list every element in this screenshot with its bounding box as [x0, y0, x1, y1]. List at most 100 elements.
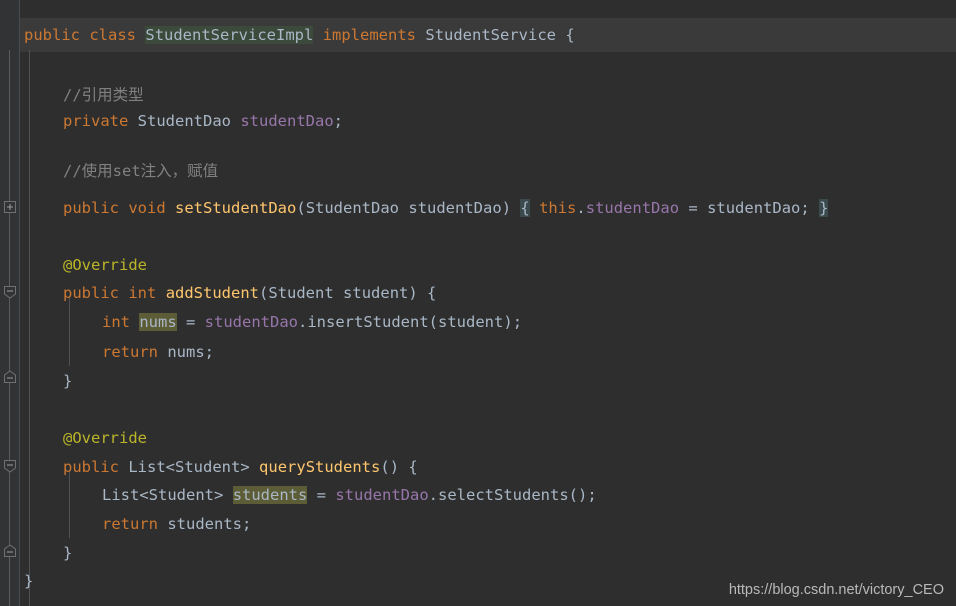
code-token: class	[89, 26, 137, 44]
code-token: StudentService	[425, 26, 557, 44]
line-method-setstudentdao[interactable]: public void setStudentDao(StudentDao stu…	[0, 193, 829, 223]
line-method-querystudents[interactable]: public List<Student> queryStudents() {	[0, 452, 418, 482]
code-token: nums	[139, 313, 177, 331]
code-token: return	[102, 343, 158, 361]
code-token: public	[63, 458, 119, 476]
code-token: Student	[268, 284, 334, 302]
code-token: studentDao	[707, 199, 801, 217]
code-token: {	[427, 284, 437, 302]
line-close-addstudent[interactable]: }	[0, 366, 72, 396]
line-comment-setter-injection[interactable]: //使用set注入，赋值	[0, 156, 218, 186]
line-assign-students[interactable]: List<Student> students = studentDao.sele…	[0, 480, 597, 510]
code-token: )	[408, 284, 418, 302]
line-annotation-override-2[interactable]: @Override	[0, 423, 147, 453]
code-token: public	[63, 284, 119, 302]
code-token: )	[501, 199, 512, 217]
line-annotation-override-1[interactable]: @Override	[0, 250, 147, 280]
code-token: return	[102, 515, 158, 533]
line-method-addstudent[interactable]: public int addStudent(Student student) {	[0, 278, 436, 308]
code-token: <	[165, 458, 176, 476]
code-token: StudentDao	[305, 199, 400, 217]
code-token: =	[176, 313, 205, 331]
code-token: List	[102, 486, 140, 504]
code-token: students	[232, 486, 308, 504]
code-token: ()	[380, 458, 400, 476]
code-token: ;	[587, 486, 597, 504]
code-token: private	[63, 112, 129, 130]
code-token: @Override	[63, 256, 147, 274]
code-token: setStudentDao	[175, 199, 297, 217]
line-return-students[interactable]: return students;	[0, 509, 251, 539]
code-token: (	[259, 284, 269, 302]
code-token: student	[343, 284, 409, 302]
code-token: Student	[148, 486, 214, 504]
code-token: insertStudent	[307, 313, 429, 331]
code-token: students	[167, 515, 242, 533]
code-token: studentDao	[204, 313, 298, 331]
code-token: studentDao	[335, 486, 429, 504]
code-token: =	[679, 199, 708, 217]
code-token: void	[128, 199, 166, 217]
code-token: student	[438, 313, 504, 331]
code-token: {	[520, 199, 530, 217]
code-token: //使用set注入，赋值	[63, 162, 219, 180]
code-token: }	[63, 544, 73, 562]
code-token: }	[63, 372, 73, 390]
line-close-class[interactable]: }	[0, 566, 33, 596]
code-token: @Override	[63, 429, 147, 447]
code-token: (	[296, 199, 306, 217]
code-token: {	[408, 458, 418, 476]
code-token: int	[102, 313, 130, 331]
code-token: implements	[322, 26, 417, 44]
code-token: studentDao	[585, 199, 680, 217]
code-token: }	[819, 199, 829, 217]
watermark-url: https://blog.csdn.net/victory_CEO	[728, 582, 944, 598]
code-token: .	[428, 486, 439, 504]
line-close-querystudents[interactable]: }	[0, 538, 72, 568]
code-token: )	[503, 313, 513, 331]
code-token: nums	[167, 343, 205, 361]
code-token: Student	[175, 458, 241, 476]
code-token: .	[298, 313, 308, 331]
code-token: .	[576, 199, 586, 217]
code-content[interactable]: public class StudentServiceImpl implemen…	[0, 0, 956, 606]
code-token: studentDao	[240, 112, 334, 130]
code-token: ()	[568, 486, 588, 504]
code-token: =	[307, 486, 336, 504]
code-token: queryStudents	[259, 458, 381, 476]
code-token: public	[63, 199, 119, 217]
line-field-studentdao[interactable]: private StudentDao studentDao;	[0, 106, 343, 136]
code-token: ;	[512, 313, 523, 331]
code-token: {	[565, 26, 575, 44]
line-assign-nums[interactable]: int nums = studentDao.insertStudent(stud…	[0, 307, 522, 337]
line-class-declaration[interactable]: public class StudentServiceImpl implemen…	[0, 20, 575, 50]
code-token: ;	[800, 199, 810, 217]
code-token: (	[428, 313, 439, 331]
code-token: selectStudents	[438, 486, 569, 504]
code-token: ;	[242, 515, 252, 533]
line-return-nums[interactable]: return nums;	[0, 337, 214, 367]
code-token: }	[24, 572, 34, 590]
code-token: StudentServiceImpl	[145, 26, 314, 44]
code-editor[interactable]: public class StudentServiceImpl implemen…	[0, 0, 956, 606]
code-token: <	[139, 486, 149, 504]
code-token: studentDao	[408, 199, 502, 217]
code-token: ;	[333, 112, 344, 130]
code-token: this	[539, 199, 577, 217]
